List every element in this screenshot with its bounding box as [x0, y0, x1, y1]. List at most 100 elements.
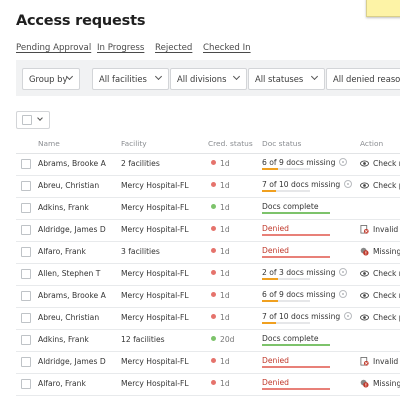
- table-row[interactable]: Aldridge, James D Mercy Hospital-FL 1d Deni…: [16, 352, 400, 374]
- row-checkbox[interactable]: [21, 335, 31, 345]
- doc-status-text[interactable]: 2 of 3 docs missing: [262, 268, 335, 277]
- row-checkbox[interactable]: [21, 247, 31, 257]
- row-action[interactable]: Check ne: [360, 159, 400, 168]
- cred-status-dot: [211, 380, 216, 385]
- doc-status-text[interactable]: 6 of 9 docs missing: [262, 290, 335, 299]
- requester-name[interactable]: Adkins, Frank: [38, 203, 89, 212]
- requester-name[interactable]: Abrams, Brooke A: [38, 159, 106, 168]
- facilities-filter[interactable]: All facilities: [92, 68, 169, 90]
- doc-status-text[interactable]: Denied: [262, 378, 289, 387]
- row-action[interactable]: Invalid p: [360, 357, 400, 366]
- tab-in-progress[interactable]: In Progress: [97, 43, 144, 53]
- info-icon[interactable]: [344, 312, 353, 320]
- facility-cell: 12 facilities: [121, 335, 165, 344]
- requester-name[interactable]: Alfaro, Frank: [38, 247, 86, 256]
- requester-name[interactable]: Aldridge, James D: [38, 357, 106, 366]
- row-action[interactable]: Check ne: [360, 269, 400, 278]
- column-header-doc-status[interactable]: Doc status: [262, 139, 301, 148]
- row-checkbox[interactable]: [21, 159, 31, 169]
- row-action[interactable]: Check pi: [360, 181, 400, 190]
- facility-cell: Mercy Hospital-FL: [121, 313, 189, 322]
- row-action[interactable]: Check ne: [360, 291, 400, 300]
- row-action[interactable]: Check pi: [360, 313, 400, 322]
- doc-progress-bar: [262, 256, 330, 258]
- doc-status-text[interactable]: Docs complete: [262, 202, 319, 211]
- table-row[interactable]: Abreu, Christian Mercy Hospital-FL 1d 7 of …: [16, 176, 400, 198]
- table-row[interactable]: Abreu, Christian Mercy Hospital-FL 1d 7 of …: [16, 308, 400, 330]
- cred-status-dot: [211, 358, 216, 363]
- doc-status-text[interactable]: Denied: [262, 246, 289, 255]
- divisions-filter-label: All divisions: [177, 74, 227, 84]
- column-header-facility[interactable]: Facility: [121, 139, 147, 148]
- doc-progress-bar: [262, 388, 330, 390]
- filter-bar: Group by All facilities All divisions Al…: [16, 60, 400, 96]
- doc-status-text[interactable]: Denied: [262, 356, 289, 365]
- doc-status-text[interactable]: Denied: [262, 224, 289, 233]
- doc-progress-bar: [262, 300, 310, 302]
- doc-status-text[interactable]: 7 of 10 docs missing: [262, 312, 340, 321]
- table-row[interactable]: Alfaro, Frank 3 facilities 1d Denied Missing…: [16, 242, 400, 264]
- table-row[interactable]: Adkins, Frank 12 facilities 20d Docs comple…: [16, 330, 400, 352]
- divisions-filter[interactable]: All divisions: [170, 68, 247, 90]
- doc-status-text[interactable]: Docs complete: [262, 334, 319, 343]
- group-by-select[interactable]: Group by: [22, 68, 80, 90]
- row-action-label: Invalid p: [373, 225, 400, 234]
- row-checkbox[interactable]: [21, 181, 31, 191]
- row-action-label: Check ne: [373, 269, 400, 278]
- eye-icon: [360, 313, 373, 322]
- denied-reasons-filter-label: All denied reasons: [333, 74, 400, 84]
- tab-rejected[interactable]: Rejected: [155, 43, 192, 53]
- requester-name[interactable]: Abrams, Brooke A: [38, 291, 106, 300]
- facility-cell: 2 facilities: [121, 159, 160, 168]
- requester-name[interactable]: Abreu, Christian: [38, 181, 99, 190]
- invalid-doc-icon: [360, 357, 373, 366]
- requester-name[interactable]: Aldridge, James D: [38, 225, 106, 234]
- row-action-label: Check ne: [373, 291, 400, 300]
- column-header-name[interactable]: Name: [38, 139, 60, 148]
- facility-cell: Mercy Hospital-FL: [121, 225, 189, 234]
- denied-reasons-filter[interactable]: All denied reasons: [326, 68, 400, 90]
- tab-checked-in[interactable]: Checked In: [203, 43, 251, 53]
- row-action[interactable]: Missing f: [360, 379, 400, 388]
- facility-cell: Mercy Hospital-FL: [121, 269, 189, 278]
- requester-name[interactable]: Adkins, Frank: [38, 335, 89, 344]
- row-checkbox[interactable]: [21, 357, 31, 367]
- row-action[interactable]: Invalid p: [360, 225, 400, 234]
- info-icon[interactable]: [339, 290, 348, 298]
- info-icon[interactable]: [344, 180, 353, 188]
- doc-status-text[interactable]: 6 of 9 docs missing: [262, 158, 335, 167]
- info-icon[interactable]: [339, 158, 348, 166]
- table-row[interactable]: Alfaro, Frank Mercy Hospital-FL 1d Denied Mi…: [16, 374, 400, 396]
- row-checkbox[interactable]: [21, 313, 31, 323]
- row-checkbox[interactable]: [21, 225, 31, 235]
- tab-pending-approval[interactable]: Pending Approval: [16, 43, 91, 53]
- row-checkbox[interactable]: [21, 203, 31, 213]
- cred-status-age: 1d: [220, 247, 230, 256]
- table-row[interactable]: Adkins, Frank Mercy Hospital-FL 1d Docs com…: [16, 198, 400, 220]
- table-row[interactable]: Abrams, Brooke A 2 facilities 1d 6 of 9 doc…: [16, 154, 400, 176]
- column-header-action[interactable]: Action: [360, 139, 383, 148]
- row-action[interactable]: Missing f: [360, 247, 400, 256]
- requester-name[interactable]: Allen, Stephen T: [38, 269, 100, 278]
- chevron-down-icon: [37, 115, 43, 121]
- sticky-note: [366, 0, 400, 17]
- row-checkbox[interactable]: [21, 379, 31, 389]
- missing-icon: [360, 247, 373, 256]
- facility-cell: 3 facilities: [121, 247, 160, 256]
- requester-name[interactable]: Alfaro, Frank: [38, 379, 86, 388]
- table-row[interactable]: Aldridge, James D Mercy Hospital-FL 1d Deni…: [16, 220, 400, 242]
- chevron-down-icon: [310, 72, 319, 81]
- column-header-cred-status[interactable]: Cred. status: [208, 139, 253, 148]
- statuses-filter[interactable]: All statuses: [248, 68, 325, 90]
- requester-name[interactable]: Abreu, Christian: [38, 313, 99, 322]
- row-checkbox[interactable]: [21, 291, 31, 301]
- table-row[interactable]: Abrams, Brooke A Mercy Hospital-FL 1d 6 of …: [16, 286, 400, 308]
- doc-status-text[interactable]: 7 of 10 docs missing: [262, 180, 340, 189]
- select-all-checkbox[interactable]: [22, 115, 32, 125]
- info-icon[interactable]: [339, 268, 348, 276]
- table-row[interactable]: Allen, Stephen T Mercy Hospital-FL 1d 2 of …: [16, 264, 400, 286]
- facility-cell: Mercy Hospital-FL: [121, 181, 189, 190]
- cred-status-dot: [211, 204, 216, 209]
- row-checkbox[interactable]: [21, 269, 31, 279]
- bulk-select-dropdown[interactable]: [16, 111, 50, 129]
